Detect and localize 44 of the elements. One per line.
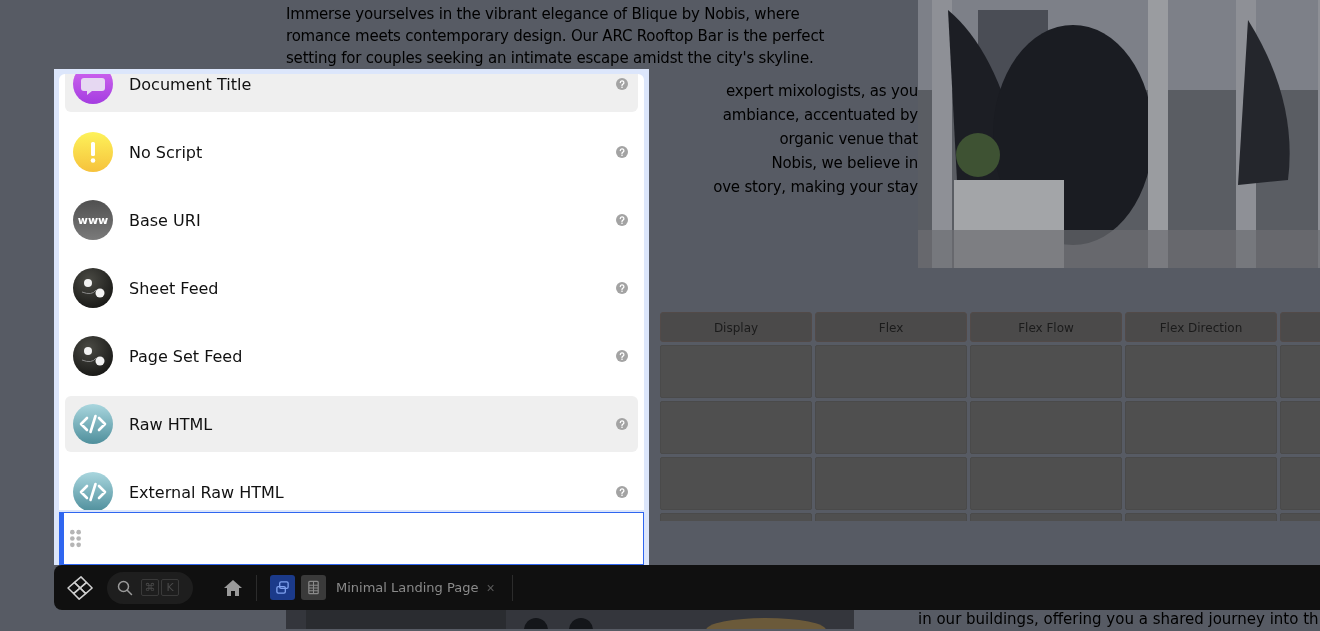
pages-button[interactable] (270, 575, 295, 600)
help-icon[interactable] (616, 282, 628, 294)
warning-icon (73, 132, 113, 172)
column-header (1280, 312, 1320, 342)
block-list-item[interactable]: Sheet Feed (65, 260, 638, 316)
paragraph-line: romance meets contemporary design. Our ARC Rooftop Bar is the perfect (286, 26, 826, 47)
paragraph-line: expert mixologists, as you (726, 81, 918, 102)
help-icon[interactable] (616, 146, 628, 158)
help-icon[interactable] (616, 486, 628, 498)
help-icon[interactable] (616, 78, 628, 90)
drop-block[interactable] (59, 512, 644, 565)
block-list-item[interactable]: No Script (65, 124, 638, 180)
chat-bubble-icon (73, 74, 113, 104)
paragraph-line: setting for couples seeking an intimate escape amidst the city's skyline. (286, 48, 815, 69)
block-list-item[interactable]: Raw HTML (65, 396, 638, 452)
code-icon (73, 404, 113, 444)
drag-handle-icon[interactable] (69, 529, 82, 548)
table-button[interactable] (301, 575, 326, 600)
table-icon (306, 580, 321, 595)
feed-icon (73, 336, 113, 376)
help-icon[interactable] (616, 214, 628, 226)
document-tab-title[interactable]: Minimal Landing Page (336, 580, 479, 595)
paragraph-line: Immerse yourselves in the vibrant elegance of Blique by Nobis, where (286, 4, 801, 25)
paragraph-line: organic venue that (779, 129, 918, 150)
windows-icon (275, 580, 290, 595)
paragraph-line: Nobis, we believe in (771, 153, 918, 174)
paragraph-line: ambiance, accentuated by (722, 105, 918, 126)
block-list-item[interactable]: External Raw HTML (65, 464, 638, 510)
help-icon[interactable] (616, 418, 628, 430)
block-list-item[interactable]: Document Title (65, 74, 638, 112)
home-icon[interactable] (223, 578, 243, 597)
feed-icon (73, 268, 113, 308)
paragraph-line: in our buildings, offering you a shared journey into th (918, 609, 1319, 630)
shortcut-key: ⌘ (141, 579, 159, 596)
help-icon[interactable] (616, 350, 628, 362)
paragraph-line: ove story, making your stay (713, 177, 918, 198)
table-cell (1280, 457, 1320, 510)
search-icon (117, 579, 133, 596)
table-cell (1280, 345, 1320, 398)
table-cell (1280, 401, 1320, 454)
block-list-item[interactable]: Page Set Feed (65, 328, 638, 384)
block-list-item[interactable]: www Base URI (65, 192, 638, 248)
blocks-logo-icon[interactable] (66, 574, 96, 601)
web-icon: www (73, 200, 113, 240)
